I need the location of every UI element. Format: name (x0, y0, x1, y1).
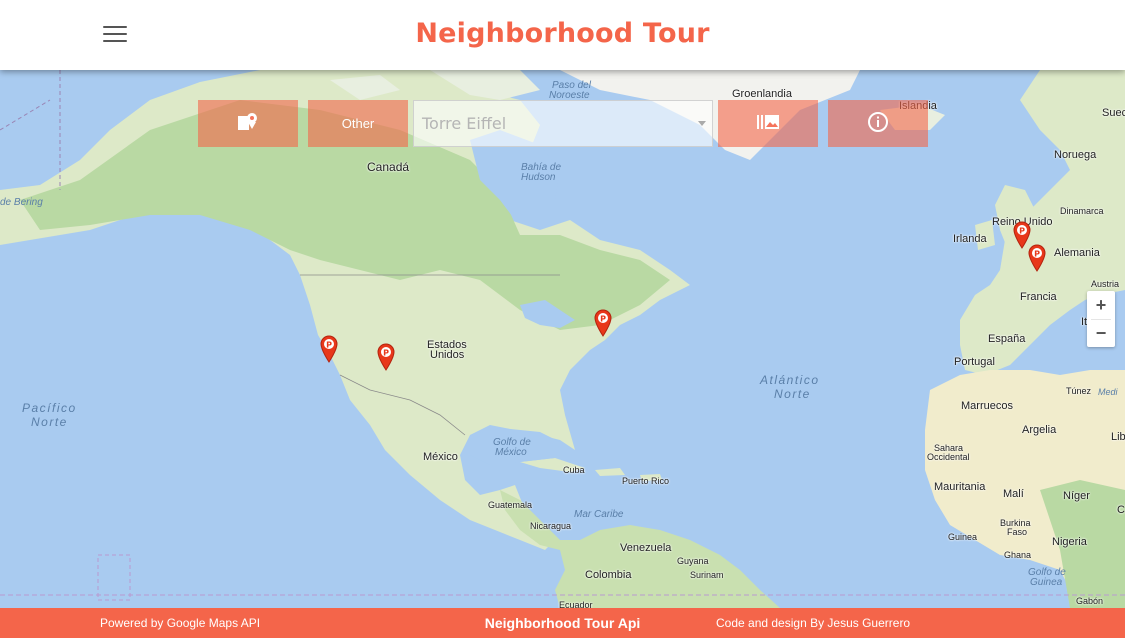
category-label: Other (341, 116, 375, 131)
svg-text:P: P (383, 349, 389, 358)
label-ecuador: Ecuador (559, 600, 593, 608)
label-alemania: Alemania (1054, 247, 1100, 259)
photo-library-icon (756, 113, 780, 134)
info-button[interactable] (828, 100, 928, 147)
label-espana: España (988, 333, 1026, 345)
label-guatemala: Guatemala (488, 500, 533, 510)
map-marker-icon[interactable]: P (320, 335, 338, 363)
footer-credits: Code and design By Jesus Guerrero (716, 616, 911, 630)
map-marker-icon[interactable]: P (377, 343, 395, 371)
label-surinam: Surinam (690, 570, 724, 580)
label-atlantico-1: Atlántico (760, 373, 820, 387)
label-mauritania: Mauritania (934, 481, 986, 493)
svg-text:P: P (326, 341, 332, 350)
label-argelia: Argelia (1022, 424, 1057, 436)
label-groenlandia: Groenlandia (732, 88, 792, 100)
label-irlanda: Irlanda (953, 233, 987, 245)
label-marruecos: Marruecos (961, 400, 1013, 412)
info-icon (867, 111, 889, 136)
label-medi: Medi (1098, 387, 1118, 397)
label-portugal: Portugal (954, 356, 995, 368)
category-button[interactable]: Other (308, 100, 408, 147)
svg-text:P: P (1019, 227, 1025, 236)
label-tunez: Túnez (1066, 386, 1092, 396)
label-guyana: Guyana (677, 556, 709, 566)
label-lib: Lib (1111, 431, 1125, 443)
places-button[interactable] (198, 100, 298, 147)
map-pin-icon (237, 112, 259, 135)
label-colombia: Colombia (585, 569, 632, 581)
svg-text:P: P (1034, 250, 1040, 259)
label-estados-2: Unidos (430, 349, 465, 361)
label-golfo-mexico-2: México (495, 447, 527, 458)
label-mali: Malí (1003, 488, 1024, 500)
label-puerto-rico: Puerto Rico (622, 476, 670, 486)
label-gabon: Gabón (1076, 596, 1104, 606)
label-mexico: México (423, 451, 458, 463)
label-bering: de Bering (0, 197, 43, 208)
place-select[interactable]: Torre Eiffel (413, 100, 713, 147)
zoom-in-button[interactable]: + (1087, 291, 1115, 319)
app-title: Neighborhood Tour (415, 18, 710, 49)
place-select-value: Torre Eiffel (422, 114, 507, 133)
label-suecia: Suec (1102, 107, 1125, 119)
label-ghana: Ghana (1004, 550, 1032, 560)
chevron-down-icon (698, 121, 706, 126)
map-marker-icon[interactable]: P (1028, 244, 1046, 272)
label-francia: Francia (1020, 291, 1057, 303)
label-niger: Níger (1063, 490, 1090, 502)
label-dinamarca: Dinamarca (1060, 206, 1104, 216)
app-footer: Powered by Google Maps API Neighborhood … (0, 608, 1125, 638)
zoom-out-button[interactable]: − (1087, 320, 1115, 347)
label-golfo-guinea-2: Guinea (1030, 577, 1063, 588)
gallery-button[interactable] (718, 100, 818, 147)
label-pacifico-2: Norte (31, 415, 68, 429)
label-atlantico-2: Norte (774, 387, 811, 401)
label-pacifico-1: Pacífico (22, 401, 77, 415)
label-austria: Austria (1091, 279, 1120, 289)
label-mar-caribe: Mar Caribe (574, 509, 624, 520)
label-burkina-2: Faso (1007, 527, 1028, 537)
label-guinea: Guinea (948, 532, 978, 542)
zoom-control: + − (1087, 291, 1115, 347)
svg-text:P: P (600, 315, 606, 324)
map-canvas[interactable]: Canadá Groenlandia Islandia Suec Noruega… (0, 70, 1125, 608)
label-sahara-2: Occidental (927, 452, 970, 462)
app-header: Neighborhood Tour (0, 0, 1125, 70)
label-bahia-2: Hudson (521, 172, 556, 183)
label-c: C (1117, 504, 1125, 516)
label-canada: Canadá (367, 160, 410, 174)
label-nicaragua: Nicaragua (530, 521, 572, 531)
label-nigeria: Nigeria (1052, 536, 1087, 548)
footer-powered-by: Powered by Google Maps API (100, 616, 261, 630)
label-venezuela: Venezuela (620, 542, 672, 554)
map-marker-icon[interactable]: P (594, 309, 612, 337)
label-noruega: Noruega (1054, 149, 1097, 161)
label-cuba: Cuba (563, 465, 585, 475)
